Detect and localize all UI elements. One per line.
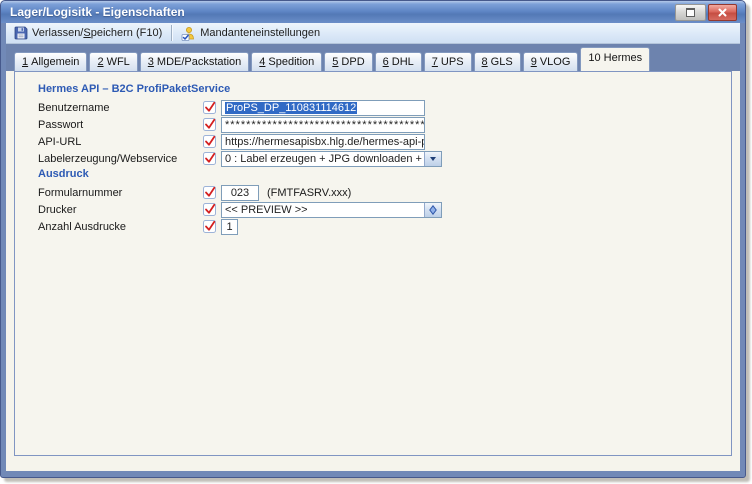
benutzername-label: Benutzername [38, 102, 203, 114]
api-url-input[interactable]: https://hermesapisbx.hlg.de/hermes-api-p… [221, 134, 425, 150]
tab-dpd[interactable]: 5DPD [324, 52, 372, 71]
tenant-settings-button[interactable]: Mandanteneinstellungen [176, 25, 326, 42]
passwort-input[interactable]: **************************************** [221, 117, 425, 133]
labelerzeugung-dropdown[interactable]: 0 : Label erzeugen + JPG downloaden + Dr… [221, 151, 442, 167]
field-enabled-check-icon[interactable] [203, 152, 216, 165]
diamond-spinner-icon [429, 205, 437, 215]
toolbar-separator [171, 25, 173, 41]
section-title-ausdruck: Ausdruck [38, 168, 89, 180]
save-floppy-icon [14, 26, 28, 40]
tab-gls[interactable]: 8GLS [474, 52, 521, 71]
restore-button[interactable] [675, 4, 706, 21]
hermes-tab-panel: Hermes API – B2C ProfiPaketService Benut… [14, 71, 732, 456]
passwort-label: Passwort [38, 119, 203, 131]
api-url-label: API-URL [38, 136, 203, 148]
close-button[interactable] [708, 4, 737, 21]
restore-icon [686, 8, 695, 17]
anzahl-ausdrucke-input[interactable]: 1 [221, 219, 238, 235]
chevron-down-icon [430, 157, 436, 161]
section-title-hermes-api: Hermes API – B2C ProfiPaketService [38, 83, 230, 95]
field-enabled-check-icon[interactable] [203, 101, 216, 114]
tab-mde-packstation[interactable]: 3MDE/Packstation [140, 52, 250, 71]
tab-wfl[interactable]: 2WFL [89, 52, 137, 71]
printer-picker-button[interactable] [424, 203, 441, 217]
benutzername-input[interactable]: ProPS_DP_110831114612 [221, 100, 425, 116]
drucker-label: Drucker [38, 204, 203, 216]
dropdown-button[interactable] [424, 152, 441, 166]
formularnummer-suffix: (FMTFASRV.xxx) [267, 187, 351, 199]
toolbar: Verlassen/Speichern (F10) Mandanteneinst… [6, 23, 740, 44]
field-enabled-check-icon[interactable] [203, 220, 216, 233]
tab-strip: 1Allgemein 2WFL 3MDE/Packstation 4Spedit… [6, 44, 740, 71]
save-exit-label: Verlassen/Speichern (F10) [32, 27, 162, 39]
window-title: Lager/Logisitk - Eigenschaften [1, 5, 185, 19]
dialog-window: Lager/Logisitk - Eigenschaften [0, 0, 746, 478]
row-formularnummer: Formularnummer 023 (FMTFASRV.xxx) [38, 184, 351, 201]
tenant-settings-icon [180, 26, 196, 41]
tab-ups[interactable]: 7UPS [424, 52, 472, 71]
row-api-url: API-URL https://hermesapisbx.hlg.de/herm… [38, 133, 425, 150]
drucker-dropdown[interactable]: << PREVIEW >> [221, 202, 442, 218]
client-area: Verlassen/Speichern (F10) Mandanteneinst… [6, 23, 740, 471]
anzahl-ausdrucke-label: Anzahl Ausdrucke [38, 221, 203, 233]
tab-vlog[interactable]: 9VLOG [523, 52, 579, 71]
formularnummer-input[interactable]: 023 [221, 185, 259, 201]
tab-hermes-active[interactable]: 10Hermes [580, 47, 650, 71]
screen: Lager/Logisitk - Eigenschaften [0, 0, 752, 484]
window-controls [675, 4, 737, 21]
field-enabled-check-icon[interactable] [203, 118, 216, 131]
tenant-settings-label: Mandanteneinstellungen [200, 27, 320, 39]
labelerzeugung-label: Labelerzeugung/Webservice [38, 153, 203, 165]
save-exit-button[interactable]: Verlassen/Speichern (F10) [10, 25, 168, 41]
tab-spedition[interactable]: 4Spedition [251, 52, 322, 71]
selected-text: ProPS_DP_110831114612 [225, 102, 357, 114]
titlebar: Lager/Logisitk - Eigenschaften [1, 1, 745, 23]
row-drucker: Drucker << PREVIEW >> [38, 201, 442, 218]
close-icon [718, 8, 727, 17]
formularnummer-label: Formularnummer [38, 187, 203, 199]
row-labelerzeugung: Labelerzeugung/Webservice 0 : Label erze… [38, 150, 442, 167]
field-enabled-check-icon[interactable] [203, 203, 216, 216]
tab-allgemein[interactable]: 1Allgemein [14, 52, 87, 71]
row-benutzername: Benutzername ProPS_DP_110831114612 [38, 99, 425, 116]
tab-list: 1Allgemein 2WFL 3MDE/Packstation 4Spedit… [14, 47, 652, 71]
tab-dhl[interactable]: 6DHL [375, 52, 422, 71]
row-anzahl-ausdrucke: Anzahl Ausdrucke 1 [38, 218, 238, 235]
field-enabled-check-icon[interactable] [203, 186, 216, 199]
row-passwort: Passwort *******************************… [38, 116, 425, 133]
field-enabled-check-icon[interactable] [203, 135, 216, 148]
